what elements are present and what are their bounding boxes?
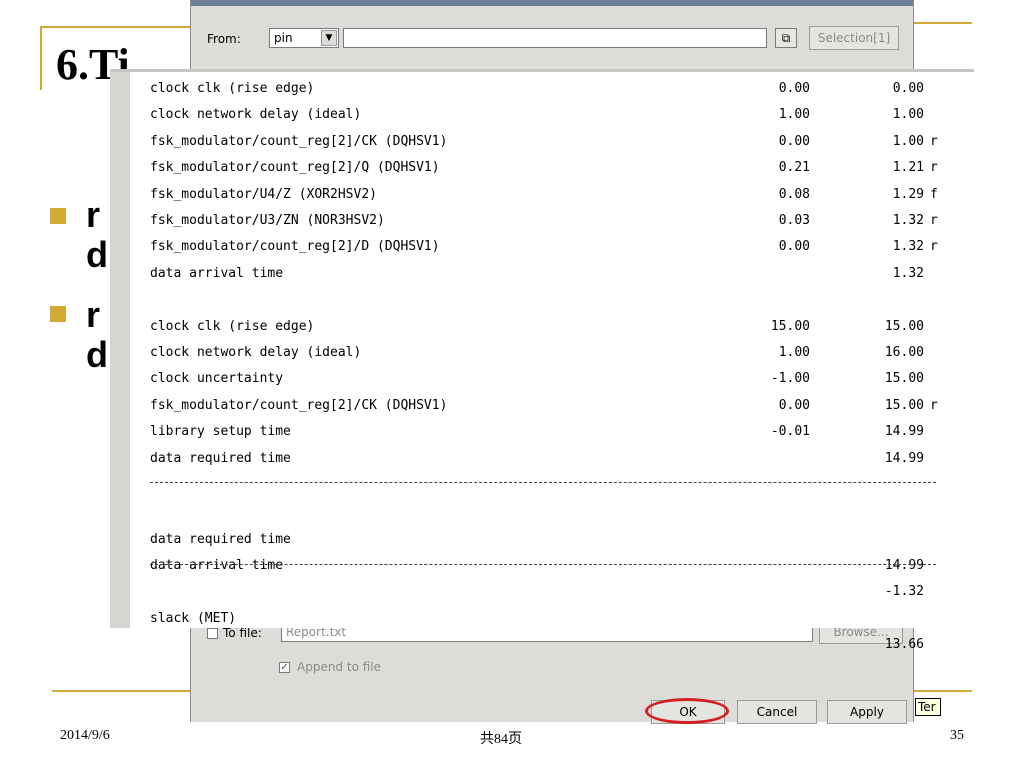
report-row-name: fsk_modulator/count_reg[2]/CK (DQHSV1) <box>150 133 448 149</box>
append-to-file-label: Append to file <box>297 660 381 674</box>
report-row-incr: 0.00 <box>778 239 810 255</box>
report-row-flag: r <box>930 239 938 255</box>
report-row-name: clock uncertainty <box>150 371 284 387</box>
report-row-path: 15.00 <box>884 371 924 387</box>
report-row-path: 16.00 <box>884 345 924 360</box>
summary-name: data arrival time <box>150 558 284 573</box>
from-input[interactable] <box>343 28 767 48</box>
slack-value: 13.66 <box>884 637 924 652</box>
report-row-path: 1.00 <box>892 133 924 149</box>
timing-report-panel: clock clk (rise edge) 0.00 0.00 clock netwo… <box>110 72 974 652</box>
report-row-incr: 15.00 <box>770 318 810 334</box>
report-row-name: clock network delay (ideal) <box>150 345 362 360</box>
slack-row: slack (MET) 13.66 <box>150 580 970 652</box>
report-row-incr: 1.00 <box>778 107 810 123</box>
apply-button[interactable]: Apply <box>827 700 907 724</box>
chevron-down-icon: ▼ <box>321 30 337 46</box>
report-row-incr: -0.01 <box>770 424 810 440</box>
report-row: clock network delay (ideal) 1.00 16.00 <box>150 340 970 366</box>
footer-date: 2014/9/6 <box>60 728 110 743</box>
report-row-path: 1.32 <box>892 265 924 281</box>
bullet-marker <box>50 306 66 322</box>
report-row-incr: 0.21 <box>778 160 810 176</box>
report-row: fsk_modulator/count_reg[2]/Q (DQHSV1) 0.2… <box>150 155 970 181</box>
report-separator <box>150 564 936 566</box>
report-row-path: 1.00 <box>892 107 924 123</box>
report-row-path: 1.32 <box>892 239 924 255</box>
report-row-incr: -1.00 <box>770 371 810 387</box>
report-row: data required time 14.99 <box>150 446 970 472</box>
report-row-name: fsk_modulator/count_reg[2]/D (DQHSV1) <box>150 239 440 255</box>
slide-top-right-rule <box>912 22 972 24</box>
report-row: clock uncertainty -1.00 15.00 <box>150 366 970 392</box>
report-row-flag: r <box>930 213 938 228</box>
report-row-path: 14.99 <box>884 424 924 440</box>
summary-path: 14.99 <box>884 558 924 573</box>
from-select-value: pin <box>274 31 293 45</box>
object-browser-icon: ⧉ <box>781 31 791 45</box>
report-row-name: fsk_modulator/count_reg[2]/Q (DQHSV1) <box>150 160 440 176</box>
bullet-1-line-2: d <box>86 234 108 275</box>
report-row-incr: 0.00 <box>778 81 810 96</box>
report-separator <box>150 482 936 484</box>
summary-row: data arrival time -1.32 <box>150 527 970 599</box>
report-row-name: fsk_modulator/count_reg[2]/CK (DQHSV1) <box>150 397 448 413</box>
append-checkbox[interactable]: ✓ <box>279 662 290 673</box>
report-row-name: fsk_modulator/U4/Z (XOR2HSV2) <box>150 186 377 202</box>
report-row-flag: r <box>930 133 938 149</box>
report-row: data arrival time 1.32 <box>150 261 970 287</box>
report-row-path: 1.21 <box>892 160 924 176</box>
report-row-name: data required time <box>150 450 291 466</box>
report-row: fsk_modulator/count_reg[2]/CK (DQHSV1) 0.… <box>150 129 970 155</box>
report-row: fsk_modulator/U3/ZN (NOR3HSV2) 0.03 1.32 r <box>150 208 970 234</box>
report-row: fsk_modulator/count_reg[2]/CK (DQHSV1) 0.… <box>150 393 970 419</box>
footer-page-number: 35 <box>950 728 964 743</box>
report-row-incr: 0.00 <box>778 133 810 149</box>
report-row-flag: f <box>930 186 938 202</box>
report-row-path: 1.32 <box>892 213 924 228</box>
report-row-path: 1.29 <box>892 186 924 202</box>
report-row-flag: r <box>930 397 938 413</box>
report-row: clock network delay (ideal) 1.00 1.00 <box>150 102 970 128</box>
bullet-1-line-1: r <box>86 194 101 235</box>
slide-left-rule <box>40 26 42 90</box>
report-row-name: clock clk (rise edge) <box>150 318 315 334</box>
selection-button[interactable]: Selection[1] <box>809 26 899 50</box>
report-row-incr: 1.00 <box>778 345 810 360</box>
report-row-path: 15.00 <box>884 397 924 413</box>
from-label: From: <box>207 32 241 46</box>
report-row-path: 14.99 <box>884 450 924 466</box>
report-row-path: 0.00 <box>892 81 924 96</box>
report-row-incr: 0.08 <box>778 186 810 202</box>
report-row <box>150 287 970 313</box>
bullet-marker <box>50 208 66 224</box>
report-row: library setup time -0.01 14.99 <box>150 419 970 445</box>
cancel-button[interactable]: Cancel <box>737 700 817 724</box>
report-row-name: library setup time <box>150 424 291 440</box>
tooltip: Ter <box>915 698 941 716</box>
from-select[interactable]: pin ▼ <box>269 28 339 48</box>
report-row-name: clock network delay (ideal) <box>150 107 362 123</box>
report-row-flag: r <box>930 160 938 176</box>
footer-page-total: 共84页 <box>480 732 522 747</box>
ok-highlight-circle <box>645 698 729 724</box>
summary-row: data required time 14.99 <box>150 501 970 573</box>
bullet-2-line-1: r <box>86 294 101 335</box>
slide-top-rule <box>40 26 200 28</box>
report-row: clock clk (rise edge) 15.00 15.00 <box>150 314 970 340</box>
report-row-name: clock clk (rise edge) <box>150 81 315 96</box>
report-row-incr: 0.00 <box>778 397 810 413</box>
report-row: fsk_modulator/count_reg[2]/D (DQHSV1) 0.0… <box>150 234 970 260</box>
bullet-2-line-2: d <box>86 334 108 375</box>
report-row-path: 15.00 <box>884 318 924 334</box>
slack-label: slack (MET) <box>150 611 237 626</box>
report-row-name: fsk_modulator/U3/ZN (NOR3HSV2) <box>150 213 385 228</box>
browse-objects-button[interactable]: ⧉ <box>775 28 797 48</box>
report-row: clock clk (rise edge) 0.00 0.00 <box>150 76 970 102</box>
report-row-name: data arrival time <box>150 265 284 281</box>
report-row-incr: 0.03 <box>778 213 810 228</box>
dialog-title-bar <box>191 0 913 6</box>
report-row: fsk_modulator/U4/Z (XOR2HSV2) 0.08 1.29 f <box>150 182 970 208</box>
